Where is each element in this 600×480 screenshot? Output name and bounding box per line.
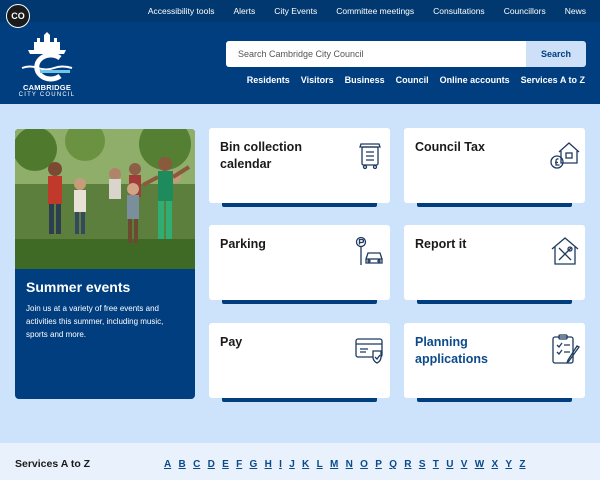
az-letter[interactable]: N <box>346 459 353 470</box>
link-alerts[interactable]: Alerts <box>233 6 255 16</box>
tile-title: Parking <box>220 237 266 251</box>
az-letter[interactable]: T <box>433 459 439 470</box>
az-letter[interactable]: Q <box>389 459 397 470</box>
az-letter[interactable]: G <box>250 459 258 470</box>
a-to-z-letters: A B C D E F G H I J K L M N O P Q R S T … <box>164 459 525 470</box>
clipboard-pen-icon <box>552 334 580 364</box>
az-letter[interactable]: L <box>317 459 323 470</box>
az-letter[interactable]: K <box>302 459 309 470</box>
payment-card-icon <box>355 338 383 364</box>
tile-title: Council Tax <box>415 140 485 154</box>
tile-parking[interactable]: Parking <box>209 225 390 304</box>
link-consultations[interactable]: Consultations <box>433 6 485 16</box>
az-letter[interactable]: C <box>193 459 200 470</box>
link-news[interactable]: News <box>565 6 586 16</box>
summer-events-card[interactable]: Summer events Join us at a variety of fr… <box>15 129 195 399</box>
utility-bar: CO Accessibility tools Alerts City Event… <box>0 0 600 28</box>
tile-title: Pay <box>220 335 243 349</box>
az-letter[interactable]: F <box>236 459 242 470</box>
site-header: CAMBRIDGE CITY COUNCIL Search Residents … <box>0 22 600 104</box>
az-letter[interactable]: U <box>446 459 453 470</box>
services-a-to-z: Services A to Z A B C D E F G H I J K L … <box>0 443 600 480</box>
link-accessibility-tools[interactable]: Accessibility tools <box>148 6 215 16</box>
search-bar: Search <box>226 41 586 67</box>
az-letter[interactable]: Y <box>505 459 512 470</box>
az-letter[interactable]: R <box>404 459 411 470</box>
accessibility-toggle-button[interactable]: CO <box>6 4 30 28</box>
parking-car-icon <box>355 236 383 265</box>
link-councillors[interactable]: Councillors <box>504 6 546 16</box>
tile-bin-collection[interactable]: Bin collection calendar <box>209 128 390 207</box>
nav-services-a-to-z[interactable]: Services A to Z <box>521 75 585 85</box>
nav-visitors[interactable]: Visitors <box>301 75 334 85</box>
az-letter[interactable]: P <box>375 459 382 470</box>
az-letter[interactable]: W <box>475 459 484 470</box>
az-letter[interactable]: J <box>289 459 295 470</box>
house-pound-icon <box>550 142 580 169</box>
az-letter[interactable]: D <box>208 459 215 470</box>
az-letter[interactable]: I <box>279 459 282 470</box>
tile-planning-applications[interactable]: Planning applications <box>404 323 585 402</box>
az-letter[interactable]: E <box>222 459 229 470</box>
tile-title: Bin collection calendar <box>220 140 302 171</box>
az-letter[interactable]: B <box>179 459 186 470</box>
tools-house-icon <box>551 237 579 265</box>
logo-wordmark: CAMBRIDGE <box>22 83 72 92</box>
main-navigation: Residents Visitors Business Council Onli… <box>247 75 585 85</box>
search-input[interactable] <box>226 41 526 67</box>
tile-pay[interactable]: Pay <box>209 323 390 402</box>
tile-title: Planning applications <box>415 335 488 366</box>
az-letter[interactable]: A <box>164 459 171 470</box>
a-to-z-label: Services A to Z <box>15 458 91 470</box>
link-city-events[interactable]: City Events <box>274 6 317 16</box>
az-letter[interactable]: X <box>491 459 498 470</box>
az-letter[interactable]: S <box>419 459 426 470</box>
tile-council-tax[interactable]: Council Tax <box>404 128 585 207</box>
utility-links: Accessibility tools Alerts City Events C… <box>148 0 586 22</box>
az-letter[interactable]: H <box>265 459 272 470</box>
nav-residents[interactable]: Residents <box>247 75 290 85</box>
search-button[interactable]: Search <box>526 41 586 67</box>
nav-online-accounts[interactable]: Online accounts <box>440 75 510 85</box>
link-committee-meetings[interactable]: Committee meetings <box>336 6 414 16</box>
az-letter[interactable]: M <box>330 459 338 470</box>
nav-business[interactable]: Business <box>345 75 385 85</box>
az-letter[interactable]: Z <box>519 459 525 470</box>
nav-council[interactable]: Council <box>396 75 429 85</box>
feature-description: Join us at a variety of free events and … <box>26 304 164 339</box>
feature-title: Summer events <box>26 279 131 295</box>
council-logo[interactable]: CAMBRIDGE CITY COUNCIL <box>18 32 76 102</box>
summer-events-photo <box>15 129 195 269</box>
az-letter[interactable]: V <box>461 459 468 470</box>
tile-title: Report it <box>415 237 467 251</box>
tile-report-it[interactable]: Report it <box>404 225 585 304</box>
wheelie-bin-icon <box>359 143 381 170</box>
council-crest-icon <box>21 32 73 82</box>
az-letter[interactable]: O <box>360 459 368 470</box>
logo-subtitle: CITY COUNCIL <box>18 92 76 98</box>
